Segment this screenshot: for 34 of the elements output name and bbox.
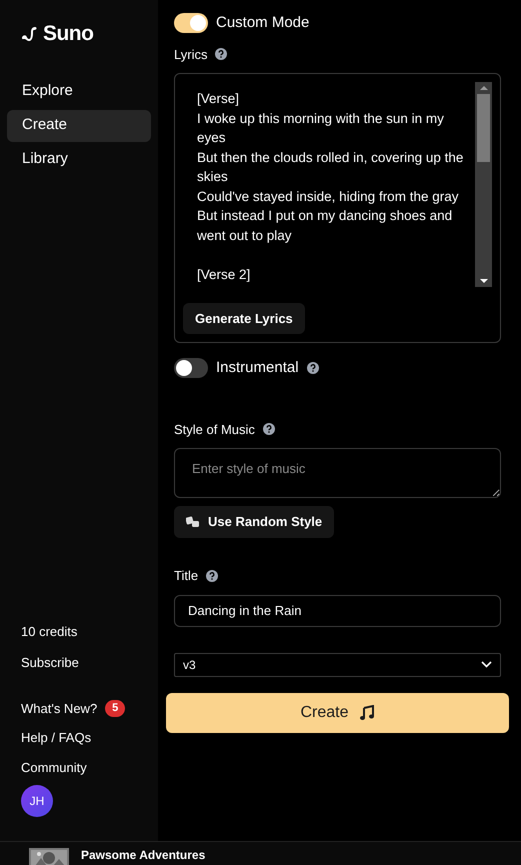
logo-icon xyxy=(21,26,37,42)
model-select[interactable]: v3 xyxy=(174,652,501,676)
chevron-down-icon xyxy=(481,661,492,668)
create-button[interactable]: Create xyxy=(166,692,509,732)
lyrics-field[interactable]: [Verse] I woke up this morning with the sun in my eyes But then the clouds rolled in, covering up the skies Could've stayed inside, hiding from the gray But instead I put on my dancing shoes and went out to play [Verse 2] xyxy=(183,82,475,301)
style-field[interactable]: Enter style of music xyxy=(174,448,501,498)
sidebar-link[interactable]: What's New? xyxy=(21,698,98,718)
nav-item[interactable]: Create xyxy=(7,110,151,142)
logo-text: Suno xyxy=(43,21,94,47)
help-icon xyxy=(306,362,319,374)
sidebar-link[interactable]: Community xyxy=(21,758,87,777)
nav-item[interactable]: Explore xyxy=(7,76,151,108)
credits-text: 10 credits xyxy=(20,622,78,640)
subscribe-link[interactable]: Subscribe xyxy=(7,653,151,672)
lyrics-label: Lyrics xyxy=(174,46,208,64)
nav-item[interactable]: Library xyxy=(7,144,151,176)
style-label: Style of Music xyxy=(174,420,255,439)
help-icon xyxy=(206,570,218,582)
custom-mode-label: Custom Mode xyxy=(216,13,310,33)
instrumental-label: Instrumental xyxy=(216,358,299,378)
generate-lyrics-button[interactable]: Generate Lyrics xyxy=(183,303,305,334)
title-label: Title xyxy=(174,567,198,585)
random-style-button[interactable]: Use Random Style xyxy=(174,506,334,538)
notification-badge: 5 xyxy=(105,700,126,717)
toggle-switch[interactable] xyxy=(174,13,208,34)
title-field[interactable]: Dancing in the Rain xyxy=(174,594,501,626)
track-title[interactable]: Pawsome Adventures xyxy=(81,848,206,862)
sidebar-link[interactable]: Help / FAQs xyxy=(21,728,92,748)
help-icon xyxy=(215,48,228,60)
help-icon xyxy=(262,423,275,436)
toggle-switch[interactable] xyxy=(174,358,208,378)
user-avatar[interactable]: JH xyxy=(21,785,53,817)
music-note-icon xyxy=(358,704,375,720)
dice-icon xyxy=(186,516,200,528)
